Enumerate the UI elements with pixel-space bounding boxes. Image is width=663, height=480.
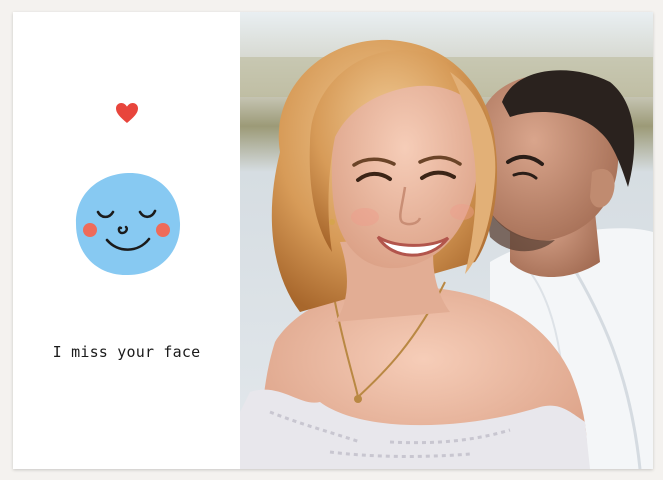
heart-icon [116, 103, 138, 123]
greeting-card: I miss your face [13, 12, 653, 469]
couple-photo-illustration [240, 12, 653, 469]
smiling-face-icon [75, 172, 181, 276]
couple-photo [240, 12, 653, 469]
card-text-panel: I miss your face [13, 12, 240, 469]
card-message: I miss your face [52, 343, 201, 361]
